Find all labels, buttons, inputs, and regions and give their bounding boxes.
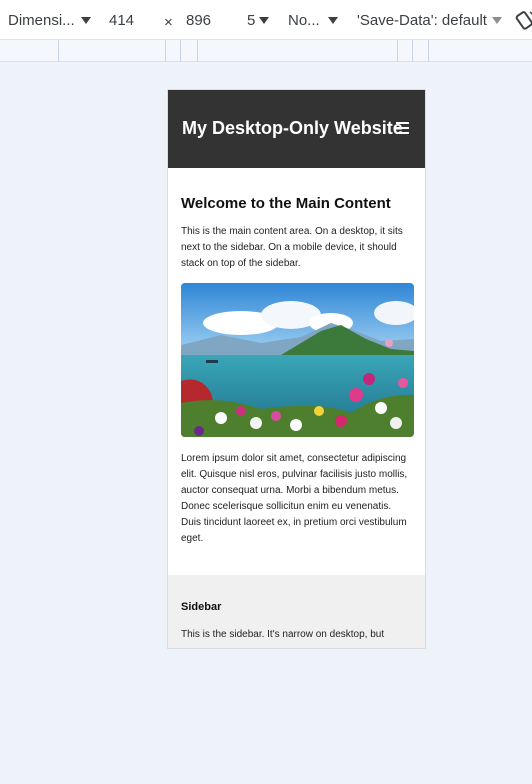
ruler-tick [180, 40, 181, 62]
times-icon: × [164, 14, 173, 31]
ruler-tick [165, 40, 166, 62]
hamburger-icon[interactable] [396, 121, 410, 140]
main-intro: This is the main content area. On a desk… [181, 226, 403, 269]
site-header: My Desktop-Only Website [168, 90, 425, 168]
ruler-tick [197, 40, 198, 62]
site-title: My Desktop-Only Website [182, 118, 403, 138]
height-input[interactable]: 896 [186, 12, 211, 29]
sidebar-heading: Sidebar [181, 601, 222, 613]
rotate-icon[interactable] [514, 10, 532, 36]
width-input[interactable]: 414 [109, 12, 134, 29]
save-data-dropdown[interactable]: 'Save-Data': default [357, 12, 487, 29]
dimensions-dropdown[interactable]: Dimensi... [8, 12, 75, 29]
dimensions-label: Dimensi... [8, 12, 75, 29]
main-body: Lorem ipsum dolor sit amet, consectetur … [181, 453, 408, 544]
chevron-down-icon[interactable] [81, 17, 91, 24]
chevron-down-icon[interactable] [328, 17, 338, 24]
ruler-tick [58, 40, 59, 62]
device-viewport: My Desktop-Only Website Welcome to the M… [167, 89, 426, 649]
sidebar: Sidebar This is the sidebar. It's narrow… [168, 575, 425, 648]
chevron-down-icon[interactable] [259, 17, 269, 24]
sidebar-text: This is the sidebar. It's narrow on desk… [181, 629, 385, 640]
lake-image [181, 283, 414, 437]
ruler-tick [412, 40, 413, 62]
ruler-tick [397, 40, 398, 62]
media-query-ruler [0, 40, 532, 62]
main-heading: Welcome to the Main Content [181, 195, 391, 212]
throttle-dropdown[interactable]: No... [288, 12, 320, 29]
ruler-tick [428, 40, 429, 62]
chevron-down-icon[interactable] [492, 17, 502, 24]
zoom-dropdown[interactable]: 5 [247, 12, 255, 29]
device-toolbar: Dimensi... 414 × 896 5 No... 'Save-Data'… [0, 0, 532, 40]
main-content: Welcome to the Main Content This is the … [168, 168, 425, 547]
